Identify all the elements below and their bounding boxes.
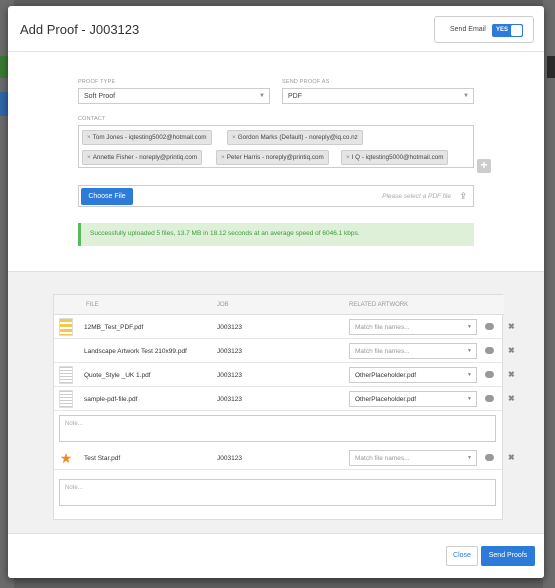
note-field[interactable]: Note... <box>59 479 496 506</box>
contact-chip-label: I Q - iqtesting5000@hotmail.com <box>351 154 444 161</box>
contact-chip[interactable]: × Gordon Marks (Default) - noreply@iq.co.… <box>227 130 363 145</box>
contact-chip[interactable]: × Annette Fisher - noreply@printiq.com <box>82 150 203 165</box>
remove-icon[interactable]: × <box>232 134 236 141</box>
modal-title: Add Proof - J003123 <box>20 22 140 37</box>
chevron-down-icon: ▼ <box>467 324 472 330</box>
file-placeholder: Please select a PDF file <box>382 193 451 200</box>
background-app-element <box>0 56 8 78</box>
comment-icon[interactable] <box>485 371 494 378</box>
choose-file-button[interactable]: Choose File <box>81 188 133 205</box>
delete-icon[interactable]: ✖ <box>508 394 515 403</box>
remove-icon[interactable]: × <box>346 154 350 161</box>
send-proof-as-select[interactable]: PDF ▼ <box>282 88 474 104</box>
contact-label: CONTACT <box>78 116 106 122</box>
remove-icon[interactable]: × <box>221 154 225 161</box>
delete-icon[interactable]: ✖ <box>508 322 515 331</box>
modal-footer: Close Send Proofs <box>8 533 544 578</box>
delete-icon[interactable]: ✖ <box>508 346 515 355</box>
chevron-down-icon: ▼ <box>463 93 469 99</box>
file-thumbnail <box>59 318 73 336</box>
file-name: sample-pdf-file.pdf <box>84 396 138 403</box>
files-table: FILE JOB RELATED ARTWORK 12MB_Test_PDF.p… <box>53 294 515 520</box>
related-artwork-select[interactable]: Match file names... ▼ <box>349 319 477 335</box>
modal-header: Add Proof - J003123 Send Email YES <box>8 6 544 52</box>
add-contact-button[interactable]: + <box>477 159 491 173</box>
proof-type-value: Soft Proof <box>84 93 116 100</box>
file-thumbnail <box>59 390 73 408</box>
send-proofs-button[interactable]: Send Proofs <box>481 546 535 566</box>
comment-icon[interactable] <box>485 347 494 354</box>
contact-chip-label: Annette Fisher - noreply@printiq.com <box>92 154 198 161</box>
toggle-knob <box>511 25 522 36</box>
comment-icon[interactable] <box>485 323 494 330</box>
column-header-job: JOB <box>217 302 229 308</box>
comment-icon[interactable] <box>485 454 494 461</box>
table-row: Quote_Style _UK 1.pdf J003123 OtherPlace… <box>54 364 515 387</box>
related-artwork-select[interactable]: Match file names... ▼ <box>349 343 477 359</box>
job-number: J003123 <box>217 372 242 379</box>
contact-chip-label: Gordon Marks (Default) - noreply@iq.co.n… <box>237 134 358 141</box>
related-artwork-select[interactable]: OtherPlaceholder.pdf ▼ <box>349 391 477 407</box>
contact-chip[interactable]: × I Q - iqtesting5000@hotmail.com <box>341 150 449 165</box>
chevron-down-icon: ▼ <box>259 93 265 99</box>
table-row: 12MB_Test_PDF.pdf J003123 Match file nam… <box>54 316 515 339</box>
contact-chip-label: Tom Jones - iqtesting5002@hotmail.com <box>92 134 207 141</box>
contact-multiselect[interactable]: × Tom Jones - iqtesting5002@hotmail.com ×… <box>78 125 474 168</box>
upload-success-message: Successfully uploaded 5 files, 13.7 MB i… <box>78 223 474 246</box>
send-proof-as-value: PDF <box>288 93 302 100</box>
related-artwork-select[interactable]: Match file names... ▼ <box>349 450 477 466</box>
file-name: 12MB_Test_PDF.pdf <box>84 324 144 331</box>
table-row: sample-pdf-file.pdf J003123 OtherPlaceho… <box>54 388 515 411</box>
job-number: J003123 <box>217 396 242 403</box>
contact-chip[interactable]: × Tom Jones - iqtesting5002@hotmail.com <box>82 130 212 145</box>
files-section: FILE JOB RELATED ARTWORK 12MB_Test_PDF.p… <box>8 271 544 533</box>
note-field[interactable]: Note... <box>59 415 496 442</box>
related-artwork-value: OtherPlaceholder.pdf <box>355 372 417 379</box>
proof-type-select[interactable]: Soft Proof ▼ <box>78 88 270 104</box>
table-row: Landscape Artwork Test 210x99.pdf J00312… <box>54 340 515 363</box>
related-artwork-value: OtherPlaceholder.pdf <box>355 396 417 403</box>
chevron-down-icon: ▼ <box>467 372 472 378</box>
upload-icon[interactable]: ⇪ <box>459 191 467 202</box>
proof-form: PROOF TYPE Soft Proof ▼ SEND PROOF AS PD… <box>8 52 544 271</box>
related-artwork-value: Match file names... <box>355 324 410 331</box>
send-email-toggle[interactable]: YES <box>492 24 523 37</box>
chevron-down-icon: ▼ <box>467 348 472 354</box>
star-icon: ★ <box>59 450 73 466</box>
job-number: J003123 <box>217 324 242 331</box>
job-number: J003123 <box>217 455 242 462</box>
table-row: ★ Test Star.pdf J003123 Match file names… <box>54 447 515 470</box>
toggle-state: YES <box>496 27 509 33</box>
add-proof-modal: Add Proof - J003123 Send Email YES PROOF… <box>8 6 544 578</box>
background-app-right <box>543 0 555 588</box>
comment-icon[interactable] <box>485 395 494 402</box>
related-artwork-select[interactable]: OtherPlaceholder.pdf ▼ <box>349 367 477 383</box>
related-artwork-value: Match file names... <box>355 348 410 355</box>
delete-icon[interactable]: ✖ <box>508 370 515 379</box>
contact-chip[interactable]: × Peter Harris - noreply@printiq.com <box>216 150 329 165</box>
background-app-element <box>547 56 555 78</box>
remove-icon[interactable]: × <box>87 134 91 141</box>
file-name: Quote_Style _UK 1.pdf <box>84 372 151 379</box>
table-header <box>54 295 504 315</box>
send-email-label: Send Email <box>450 26 486 33</box>
send-email-control: Send Email YES <box>434 16 534 43</box>
job-number: J003123 <box>217 348 242 355</box>
column-header-artwork: RELATED ARTWORK <box>349 302 409 308</box>
send-proof-as-label: SEND PROOF AS <box>282 79 330 85</box>
chevron-down-icon: ▼ <box>467 455 472 461</box>
proof-type-label: PROOF TYPE <box>78 79 116 85</box>
delete-icon[interactable]: ✖ <box>508 453 515 462</box>
background-app-element <box>0 92 8 116</box>
close-button[interactable]: Close <box>446 546 478 566</box>
remove-icon[interactable]: × <box>87 154 91 161</box>
file-name: Landscape Artwork Test 210x99.pdf <box>84 348 187 355</box>
file-name: Test Star.pdf <box>84 455 121 462</box>
column-header-file: FILE <box>86 302 99 308</box>
file-thumbnail <box>59 366 73 384</box>
related-artwork-value: Match file names... <box>355 455 410 462</box>
contact-chip-label: Peter Harris - noreply@printiq.com <box>226 154 324 161</box>
chevron-down-icon: ▼ <box>467 396 472 402</box>
file-picker: Choose File Please select a PDF file ⇪ <box>78 185 474 207</box>
